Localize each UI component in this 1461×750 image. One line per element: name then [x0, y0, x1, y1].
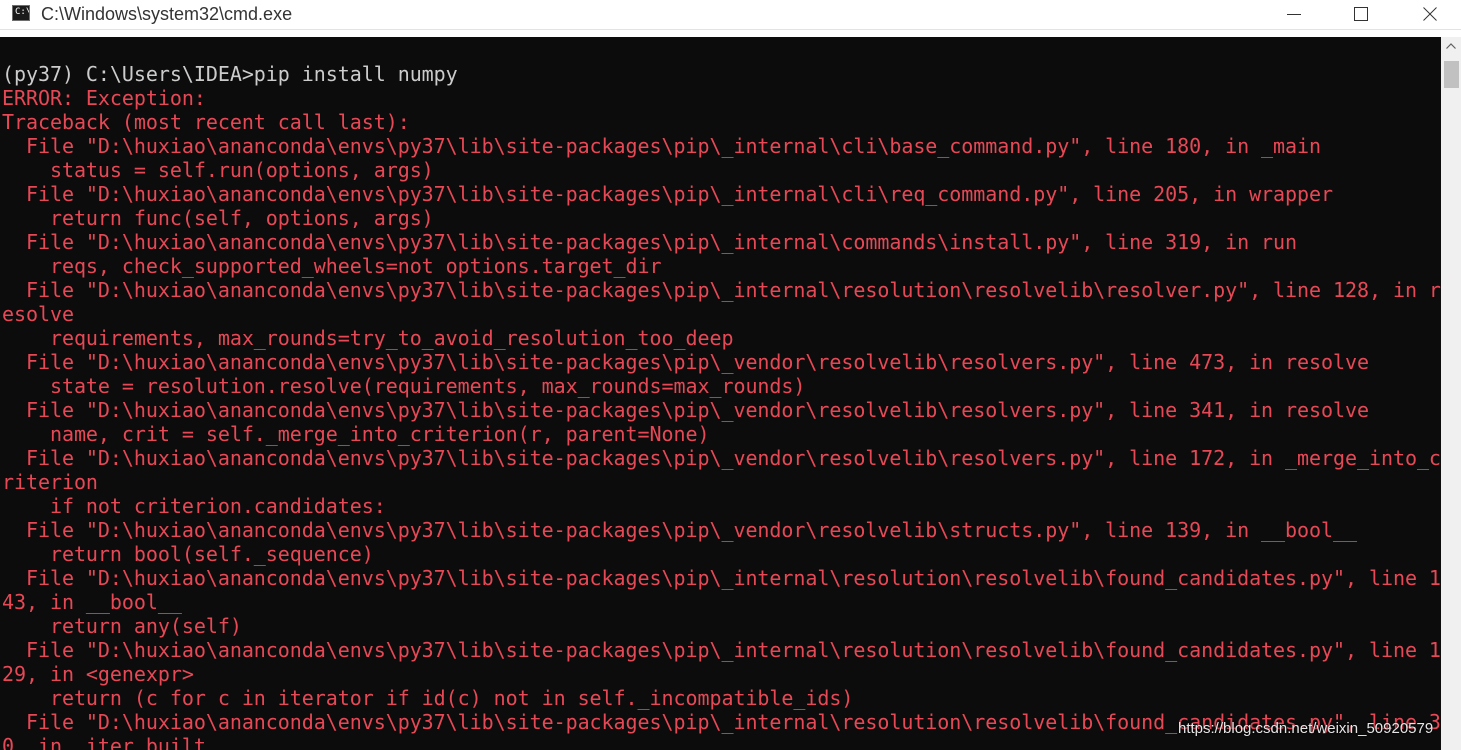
console-line: riterion	[2, 470, 98, 494]
console-line: name, crit = self._merge_into_criterion(…	[2, 422, 710, 446]
console-line: (py37) C:\Users\IDEA>pip install numpy	[2, 62, 458, 86]
title-bar[interactable]: C:\ C:\Windows\system32\cmd.exe	[0, 0, 1461, 30]
close-button[interactable]	[1407, 0, 1453, 29]
maximize-icon	[1354, 7, 1368, 21]
cmd-icon-glyph: C:\	[15, 7, 30, 17]
minimize-icon	[1287, 14, 1301, 15]
watermark: https://blog.csdn.net/weixin_50920579	[1178, 720, 1434, 737]
console-line: ERROR: Exception:	[2, 86, 206, 110]
scroll-up-arrow-icon	[1446, 43, 1456, 49]
console-line: return bool(self._sequence)	[2, 542, 374, 566]
console-line: File "D:\huxiao\ananconda\envs\py37\lib\…	[2, 638, 1441, 662]
console-line: 43, in __bool__	[2, 590, 182, 614]
console-line: File "D:\huxiao\ananconda\envs\py37\lib\…	[2, 134, 1322, 158]
window-title: C:\Windows\system32\cmd.exe	[41, 4, 293, 24]
console-line: state = resolution.resolve(requirements,…	[2, 374, 806, 398]
console-line: File "D:\huxiao\ananconda\envs\py37\lib\…	[2, 446, 1441, 470]
cmd-icon[interactable]: C:\	[12, 5, 30, 21]
console-line: File "D:\huxiao\ananconda\envs\py37\lib\…	[2, 398, 1369, 422]
title-console-gap	[0, 30, 1461, 37]
console-line: File "D:\huxiao\ananconda\envs\py37\lib\…	[2, 350, 1369, 374]
console-line: if not criterion.candidates:	[2, 494, 386, 518]
console-line: reqs, check_supported_wheels=not options…	[2, 254, 662, 278]
console-line: File "D:\huxiao\ananconda\envs\py37\lib\…	[2, 182, 1334, 206]
console-line: esolve	[2, 302, 74, 326]
console-line: File "D:\huxiao\ananconda\envs\py37\lib\…	[2, 566, 1441, 590]
console-line: return func(self, options, args)	[2, 206, 434, 230]
console-line: File "D:\huxiao\ananconda\envs\py37\lib\…	[2, 518, 1357, 542]
cmd-window: C:\ C:\Windows\system32\cmd.exe (py37) C…	[0, 0, 1461, 750]
console-line: File "D:\huxiao\ananconda\envs\py37\lib\…	[2, 278, 1441, 302]
console-line: requirements, max_rounds=try_to_avoid_re…	[2, 326, 734, 350]
console-lines: (py37) C:\Users\IDEA>pip install numpy ER…	[2, 62, 1441, 750]
console-line: return (c for c in iterator if id(c) not…	[2, 686, 854, 710]
scroll-up-button[interactable]	[1441, 37, 1461, 57]
vertical-scrollbar[interactable]	[1441, 37, 1461, 750]
console-line: Traceback (most recent call last):	[2, 110, 410, 134]
close-icon	[1423, 7, 1437, 21]
console-line: 29, in <genexpr>	[2, 662, 194, 686]
scroll-thumb[interactable]	[1444, 61, 1459, 88]
console-line: File "D:\huxiao\ananconda\envs\py37\lib\…	[2, 230, 1298, 254]
console-line: return any(self)	[2, 614, 242, 638]
console-output[interactable]: (py37) C:\Users\IDEA>pip install numpy ER…	[0, 37, 1441, 750]
console-line: status = self.run(options, args)	[2, 158, 434, 182]
maximize-button[interactable]	[1338, 0, 1384, 29]
minimize-button[interactable]	[1271, 0, 1317, 29]
